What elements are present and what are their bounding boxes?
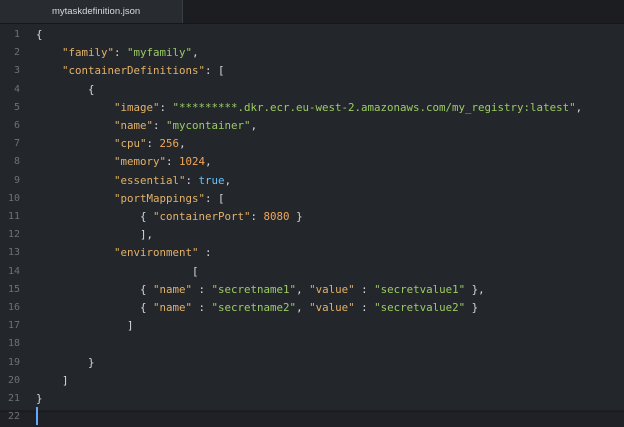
- code-token: : [: [205, 64, 225, 78]
- code-token: }: [289, 210, 303, 223]
- editor-window: mytaskdefinition.json 1 2 3 4 5 6 7 8 9 10 11 12 13 1…: [0, 0, 624, 426]
- code-token: "secretname2": [211, 301, 297, 314]
- code-token: :: [354, 282, 375, 296]
- code-editor[interactable]: 1 2 3 4 5 6 7 8 9 10 11 12 13 14 15 16 17 18 19 20 21 22{ "fa…: [0, 24, 624, 426]
- code-token: :: [250, 210, 264, 223]
- code-line: }: [36, 388, 43, 409]
- code-token: :: [153, 119, 167, 132]
- code-token: ,: [250, 119, 258, 132]
- code-token: "myfamily": [127, 46, 193, 60]
- code-token: ],: [36, 228, 154, 242]
- code-token: :: [354, 301, 375, 314]
- code-token: {: [36, 28, 43, 41]
- code-token: "environment": [114, 246, 199, 260]
- code-token: "containerDefinitions": [62, 64, 206, 78]
- code-token: "secretvalue2": [374, 301, 466, 314]
- code-token: "value": [309, 301, 355, 314]
- code-token: "value": [309, 282, 355, 296]
- code-token: [: [36, 264, 199, 278]
- code-token: "name": [153, 301, 193, 314]
- code-token: "family": [62, 46, 115, 60]
- code-token: :: [166, 155, 180, 169]
- line-number: 22: [7, 411, 20, 423]
- code-token: {: [36, 210, 154, 223]
- code-token: 8080: [263, 210, 290, 223]
- code-token: },: [465, 282, 485, 296]
- code-token: "secretname1": [211, 282, 297, 296]
- code-token: }: [36, 355, 95, 369]
- text-cursor: [36, 407, 38, 426]
- code-token: ,: [575, 100, 583, 114]
- code-token: ,: [296, 282, 310, 296]
- code-token: "mycontainer": [166, 119, 251, 132]
- code-token: true: [198, 173, 225, 187]
- code-token: ,: [296, 301, 310, 314]
- code-token: "portMappings": [114, 191, 206, 205]
- code-token: :: [192, 301, 212, 314]
- code-token: "name": [114, 119, 154, 132]
- code-token: {: [36, 301, 154, 314]
- code-token: :: [159, 100, 173, 114]
- code-token: }: [465, 301, 479, 314]
- code-token: }: [36, 392, 43, 405]
- code-token: : [: [205, 191, 225, 205]
- code-token: "memory": [114, 155, 167, 169]
- code-token: "name": [153, 282, 193, 296]
- code-token: :: [146, 137, 160, 151]
- tab-label: mytaskdefinition.json: [52, 6, 141, 17]
- code-token: :: [185, 173, 199, 187]
- code-token: :: [192, 282, 212, 296]
- code-line: ]: [36, 315, 134, 336]
- code-token: "containerPort": [153, 210, 251, 223]
- code-token: "essential": [114, 173, 186, 187]
- code-token: "secretvalue1": [374, 282, 466, 296]
- tab-bar: mytaskdefinition.json: [0, 0, 624, 24]
- code-token: 1024: [179, 155, 206, 169]
- code-token: {: [36, 82, 95, 96]
- code-token: "image": [114, 100, 160, 114]
- code-token: ]: [36, 373, 69, 387]
- code-token: ,: [224, 173, 232, 187]
- code-token: {: [36, 282, 154, 296]
- code-token: ,: [179, 137, 186, 151]
- tab-bar-empty-area: [184, 0, 624, 23]
- code-token: 256: [159, 137, 180, 151]
- tab-mytaskdefinition[interactable]: mytaskdefinition.json: [0, 0, 183, 23]
- code-token: :: [114, 46, 128, 60]
- code-token: ,: [192, 46, 199, 60]
- code-token: ]: [36, 319, 134, 333]
- code-token: ,: [205, 155, 212, 169]
- code-token: :: [198, 246, 212, 260]
- code-token: "*********.dkr.ecr.eu-west-2.amazonaws.c…: [172, 100, 576, 114]
- code-token: "cpu": [114, 137, 147, 151]
